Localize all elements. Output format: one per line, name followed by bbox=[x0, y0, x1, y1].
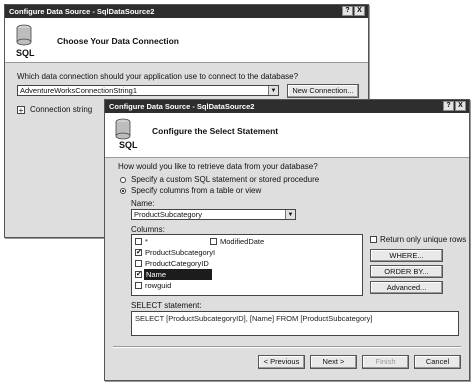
column-checkbox[interactable]: ✔ bbox=[135, 271, 142, 278]
cancel-button[interactable]: Cancel bbox=[414, 355, 461, 369]
close-button[interactable]: X bbox=[354, 6, 365, 16]
columns-label: Columns: bbox=[131, 225, 165, 234]
help-button[interactable]: ? bbox=[443, 101, 454, 111]
columns-radio[interactable] bbox=[120, 188, 126, 194]
next-button[interactable]: Next > bbox=[310, 355, 357, 369]
columns-radio-label: Specify columns from a table or view bbox=[131, 186, 262, 195]
new-connection-button[interactable]: New Connection... bbox=[287, 84, 359, 98]
retrieve-question: How would you like to retrieve data from… bbox=[118, 162, 318, 171]
chevron-down-icon[interactable]: ▼ bbox=[268, 86, 278, 95]
back-dialog-header: SQL Choose Your Data Connection bbox=[5, 18, 368, 63]
table-name-dropdown[interactable]: ProductSubcategory ▼ bbox=[131, 209, 296, 220]
select-statement-text: SELECT [ProductSubcategoryID], [Name] FR… bbox=[135, 314, 373, 323]
column-label-selected: Name bbox=[144, 269, 212, 280]
column-label: Name bbox=[146, 270, 167, 279]
previous-button[interactable]: < Previous bbox=[258, 355, 305, 369]
order-by-button[interactable]: ORDER BY... bbox=[370, 265, 443, 278]
connection-dropdown[interactable]: AdventureWorksConnectionString1 ▼ bbox=[17, 85, 279, 96]
finish-button[interactable]: Finish bbox=[362, 355, 409, 369]
unique-rows-label: Return only unique rows bbox=[380, 235, 467, 244]
column-label: ProductCategoryID bbox=[145, 259, 209, 268]
custom-sql-radio[interactable] bbox=[120, 177, 126, 183]
database-icon-label: SQL bbox=[16, 48, 35, 58]
connection-string-label: Connection string bbox=[30, 105, 93, 114]
back-dialog-heading: Choose Your Data Connection bbox=[57, 36, 180, 46]
back-dialog-title: Configure Data Source - SqlDataSource2 bbox=[9, 7, 155, 16]
name-label: Name: bbox=[131, 199, 155, 208]
select-statement-label: SELECT statement: bbox=[131, 301, 202, 310]
column-checkbox[interactable] bbox=[135, 260, 142, 267]
unique-rows-checkbox[interactable] bbox=[370, 236, 377, 243]
back-dialog-titlebar[interactable]: Configure Data Source - SqlDataSource2 ?… bbox=[5, 5, 368, 18]
column-label: ProductSubcategoryI bbox=[145, 248, 216, 257]
front-dialog-titlebar[interactable]: Configure Data Source - SqlDataSource2 ?… bbox=[105, 100, 469, 113]
column-checkbox[interactable] bbox=[210, 238, 217, 245]
columns-list[interactable]: * ✔ ProductSubcategoryI ProductCategoryI… bbox=[131, 234, 363, 296]
table-name-value: ProductSubcategory bbox=[134, 210, 202, 219]
front-dialog: Configure Data Source - SqlDataSource2 ?… bbox=[104, 99, 470, 381]
database-icon-label: SQL bbox=[119, 140, 138, 150]
column-label: rowguid bbox=[145, 281, 172, 290]
advanced-button[interactable]: Advanced... bbox=[370, 281, 443, 294]
front-dialog-heading: Configure the Select Statement bbox=[152, 126, 279, 136]
where-button[interactable]: WHERE... bbox=[370, 249, 443, 262]
column-checkbox[interactable] bbox=[135, 282, 142, 289]
custom-sql-radio-label: Specify a custom SQL statement or stored… bbox=[131, 175, 320, 184]
help-button[interactable]: ? bbox=[342, 6, 353, 16]
column-checkbox[interactable] bbox=[135, 238, 142, 245]
chevron-down-icon[interactable]: ▼ bbox=[285, 210, 295, 219]
connection-dropdown-value: AdventureWorksConnectionString1 bbox=[20, 86, 138, 95]
column-label: ModifiedDate bbox=[220, 237, 265, 246]
front-dialog-header: SQL Configure the Select Statement bbox=[105, 113, 469, 158]
expand-connection-string[interactable]: + bbox=[17, 106, 25, 115]
close-button[interactable]: X bbox=[455, 101, 466, 111]
footer-divider bbox=[113, 346, 461, 348]
column-checkbox[interactable]: ✔ bbox=[135, 249, 142, 256]
column-label: * bbox=[145, 237, 148, 246]
front-dialog-title: Configure Data Source - SqlDataSource2 bbox=[109, 102, 255, 111]
select-statement-box[interactable]: SELECT [ProductSubcategoryID], [Name] FR… bbox=[131, 311, 459, 336]
connection-question: Which data connection should your applic… bbox=[17, 72, 299, 81]
